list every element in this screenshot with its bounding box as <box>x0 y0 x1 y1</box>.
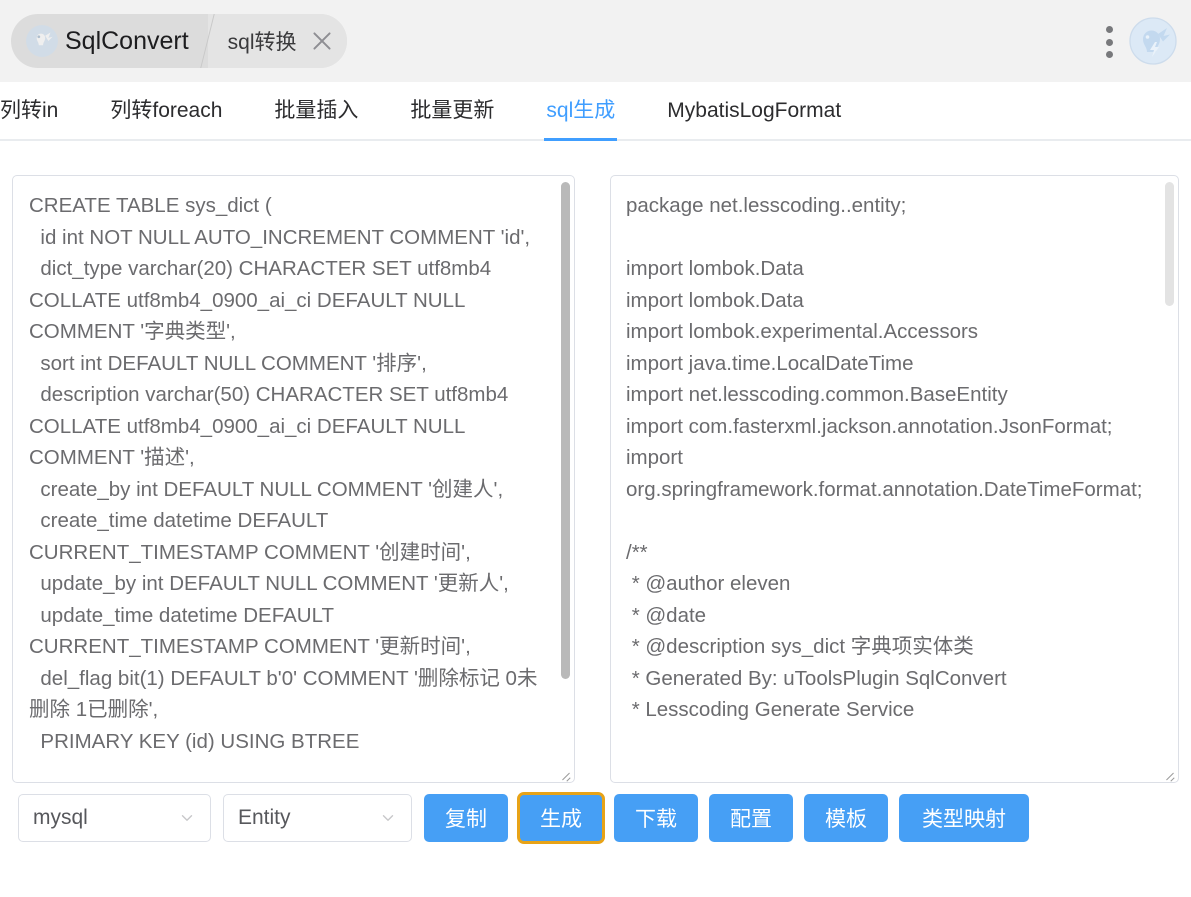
main-tab-bar: 列转in 列转foreach 批量插入 批量更新 sql生成 MybatisLo… <box>0 82 1191 141</box>
more-vertical-icon[interactable] <box>1105 26 1113 58</box>
close-icon[interactable] <box>309 28 335 54</box>
generate-type-value: Entity <box>238 806 291 829</box>
plugin-action-label: sql转换 <box>227 31 297 54</box>
plugin-name: SqlConvert <box>65 26 189 55</box>
menu-dot <box>1105 38 1113 46</box>
plugin-pill[interactable]: SqlConvert sql转换 <box>11 14 347 68</box>
sql-input-pane[interactable]: CREATE TABLE sys_dict ( id int NOT NULL … <box>12 175 575 783</box>
tab-sql-generate[interactable]: sql生成 <box>520 82 641 141</box>
tab-lie-zhuan-in[interactable]: 列转in <box>0 82 84 139</box>
code-output-resize-handle[interactable] <box>1161 765 1177 781</box>
generate-type-select[interactable]: Entity <box>223 794 412 842</box>
menu-dot <box>1105 51 1113 58</box>
sql-input-scrollbar[interactable] <box>561 182 570 679</box>
code-output-text[interactable]: package net.lesscoding..entity; import l… <box>611 176 1178 740</box>
code-output-pane[interactable]: package net.lesscoding..entity; import l… <box>610 175 1179 783</box>
window-titlebar: SqlConvert sql转换 <box>0 0 1191 82</box>
tab-batch-update[interactable]: 批量更新 <box>384 82 520 139</box>
plugin-bird-icon <box>26 25 58 57</box>
plugin-action-chip[interactable]: sql转换 <box>207 14 347 68</box>
database-type-select[interactable]: mysql <box>18 794 211 842</box>
template-button[interactable]: 模板 <box>804 794 888 842</box>
sql-input-text[interactable]: CREATE TABLE sys_dict ( id int NOT NULL … <box>13 176 574 771</box>
copy-button[interactable]: 复制 <box>424 794 508 842</box>
tab-mybatis-log-format[interactable]: MybatisLogFormat <box>641 82 867 139</box>
app-logo-icon[interactable] <box>1128 16 1178 66</box>
menu-dot <box>1105 26 1113 33</box>
generate-button[interactable]: 生成 <box>517 792 605 844</box>
tab-batch-insert[interactable]: 批量插入 <box>248 82 384 139</box>
chevron-down-icon <box>181 815 193 821</box>
database-type-value: mysql <box>33 806 88 829</box>
code-output-scrollbar[interactable] <box>1165 182 1174 306</box>
tab-lie-zhuan-foreach[interactable]: 列转foreach <box>84 82 248 139</box>
type-mapping-button[interactable]: 类型映射 <box>899 794 1029 842</box>
bottom-toolbar: mysql Entity 复制 生成 下载 配置 模板 类型映射 <box>18 792 1040 844</box>
tab-list: 列转in 列转foreach 批量插入 批量更新 sql生成 MybatisLo… <box>0 82 867 141</box>
chevron-down-icon <box>382 815 394 821</box>
sql-input-resize-handle[interactable] <box>557 765 573 781</box>
config-button[interactable]: 配置 <box>709 794 793 842</box>
download-button[interactable]: 下载 <box>614 794 698 842</box>
